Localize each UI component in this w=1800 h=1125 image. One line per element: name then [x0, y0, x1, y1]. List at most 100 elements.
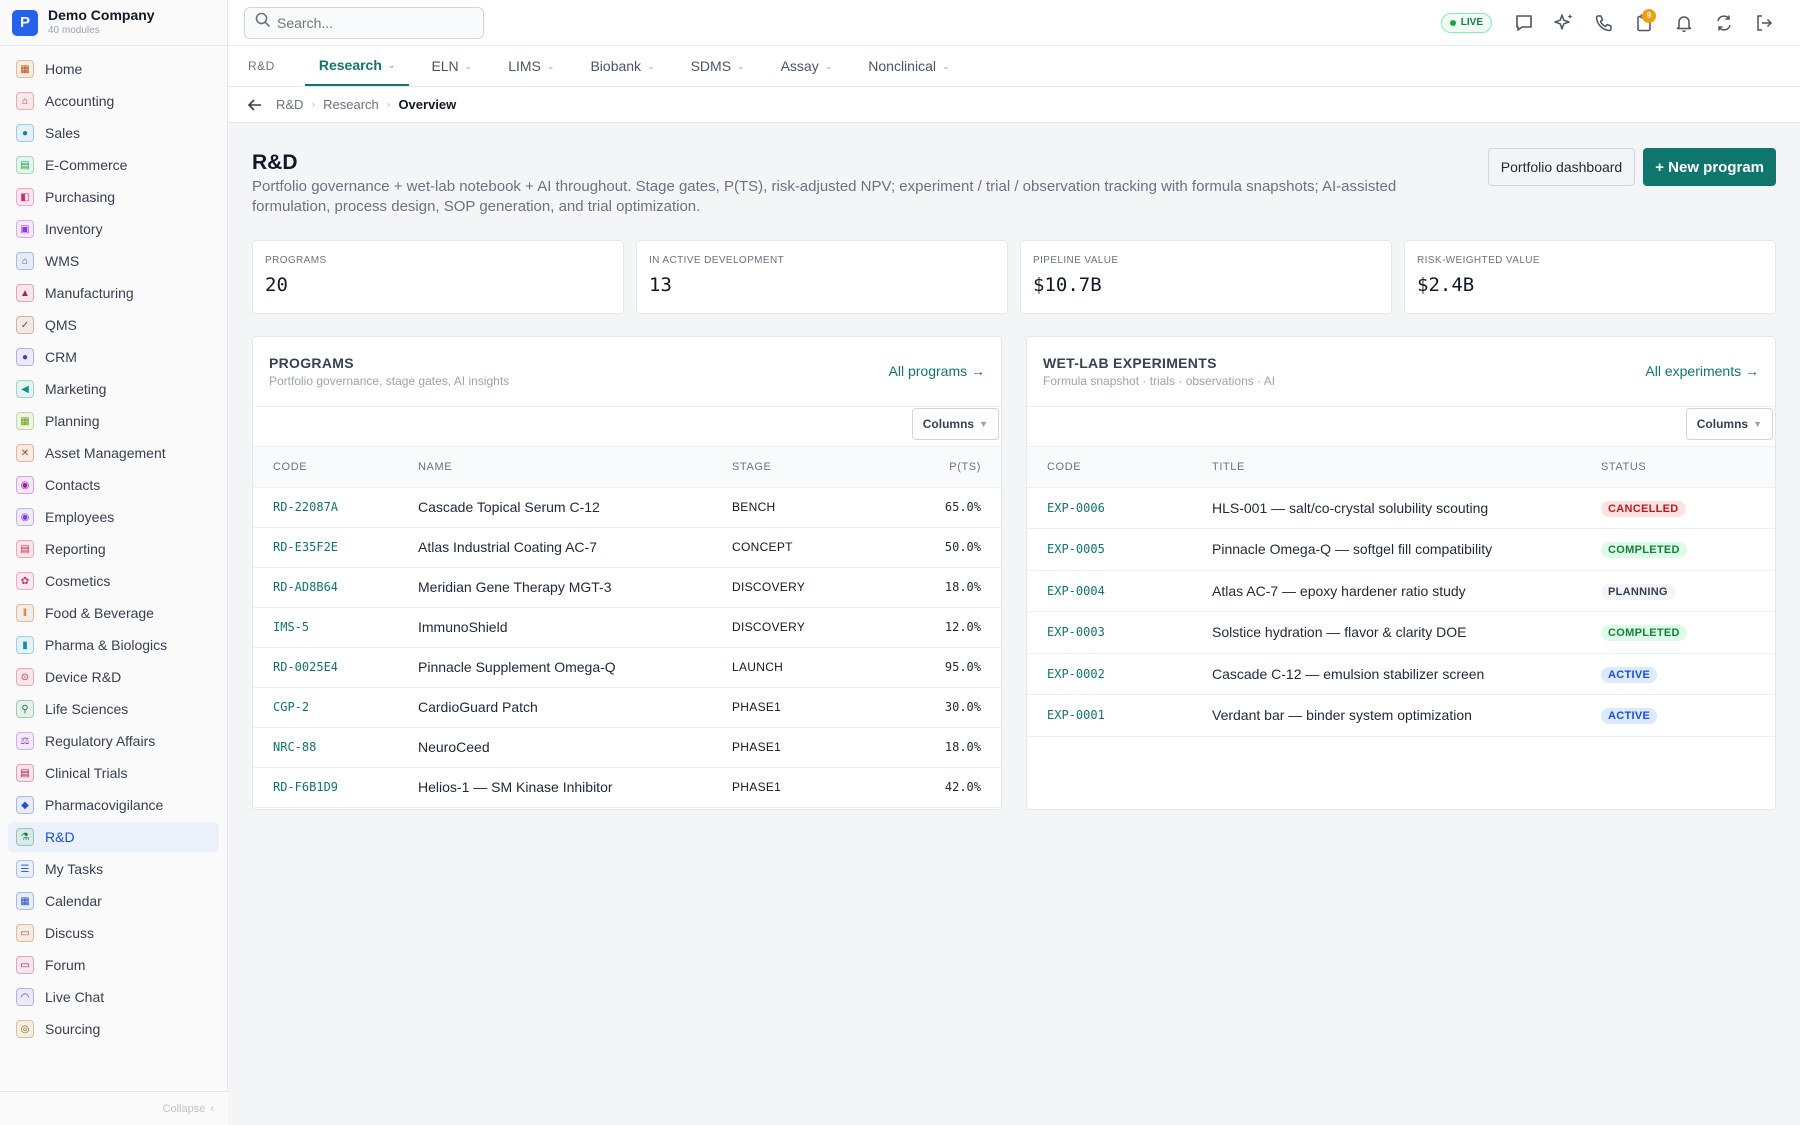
tab-nonclinical[interactable]: Nonclinical ⌄ — [854, 46, 963, 86]
tasks-clipboard-icon[interactable]: 9 — [1624, 3, 1664, 43]
contact-icon: ◉ — [16, 476, 34, 494]
col-code[interactable]: CODE — [1027, 447, 1192, 488]
table-row[interactable]: CGP-2 CardioGuard Patch PHASE1 30.0% — [253, 687, 1001, 728]
sidebar-item-marketing[interactable]: ◀ Marketing — [8, 374, 219, 404]
search-box[interactable] — [244, 6, 484, 39]
program-code[interactable]: RD-E35F2E — [253, 527, 398, 568]
sidebar-item-planning[interactable]: ▦ Planning — [8, 406, 219, 436]
sidebar-item-cosmetics[interactable]: ✿ Cosmetics — [8, 566, 219, 596]
sidebar-item-sales[interactable]: ● Sales — [8, 118, 219, 148]
col-pts[interactable]: P(TS) — [884, 447, 1001, 488]
sidebar-item-food-beverage[interactable]: ‖ Food & Beverage — [8, 598, 219, 628]
sidebar-item-sourcing[interactable]: ◎ Sourcing — [8, 1014, 219, 1044]
brand-header[interactable]: P Demo Company 40 modules — [0, 0, 227, 46]
breadcrumb-research[interactable]: Research — [323, 97, 379, 112]
back-arrow-icon[interactable] — [246, 96, 264, 114]
table-row[interactable]: RD-22087A Cascade Topical Serum C-12 BENCH… — [253, 487, 1001, 528]
ai-sparkle-icon[interactable] — [1544, 3, 1584, 43]
experiment-code[interactable]: EXP-0001 — [1027, 694, 1192, 737]
experiment-code[interactable]: EXP-0002 — [1027, 653, 1192, 695]
sidebar-item-wms[interactable]: ⌂ WMS — [8, 246, 219, 276]
sidebar-item-e-commerce[interactable]: ▤ E-Commerce — [8, 150, 219, 180]
tab-biobank[interactable]: Biobank ⌄ — [576, 46, 668, 86]
sidebar-item-inventory[interactable]: ▣ Inventory — [8, 214, 219, 244]
experiment-code[interactable]: EXP-0005 — [1027, 528, 1192, 571]
messages-icon[interactable] — [1504, 3, 1544, 43]
sidebar-item-r-d[interactable]: ⚗ R&D — [8, 822, 219, 852]
sidebar-item-reporting[interactable]: ▤ Reporting — [8, 534, 219, 564]
search-icon — [255, 12, 271, 33]
tab-eln[interactable]: ELN ⌄ — [417, 46, 486, 86]
col-stage[interactable]: STAGE — [712, 447, 885, 488]
table-row[interactable]: NRC-88 NeuroCeed PHASE1 18.0% — [253, 727, 1001, 768]
sidebar-item-regulatory-affairs[interactable]: ⚖ Regulatory Affairs — [8, 726, 219, 756]
sidebar-item-pharma-biologics[interactable]: ▮ Pharma & Biologics — [8, 630, 219, 660]
sidebar-item-employees[interactable]: ◉ Employees — [8, 502, 219, 532]
table-row[interactable]: IMS-5 ImmunoShield DISCOVERY 12.0% — [253, 607, 1001, 648]
tab-research[interactable]: Research ⌄ — [304, 46, 410, 86]
all-programs-link[interactable]: All programs → — [889, 363, 985, 379]
col-name[interactable]: NAME — [398, 447, 712, 488]
tab-assay[interactable]: Assay ⌄ — [767, 46, 847, 86]
programs-columns-button[interactable]: Columns ▼ — [911, 408, 999, 440]
sidebar-item-crm[interactable]: ● CRM — [8, 342, 219, 372]
tab-root-label[interactable]: R&D — [248, 46, 275, 86]
experiment-status-cell: ACTIVE — [1581, 694, 1775, 737]
experiment-code[interactable]: EXP-0004 — [1027, 570, 1192, 612]
sidebar-item-contacts[interactable]: ◉ Contacts — [8, 470, 219, 500]
programs-panel: PROGRAMS Portfolio governance, stage gat… — [252, 336, 1002, 810]
col-title[interactable]: TITLE — [1192, 447, 1581, 488]
table-row[interactable]: EXP-0001 Verdant bar — binder system opti… — [1027, 694, 1775, 737]
all-experiments-link[interactable]: All experiments → — [1645, 363, 1759, 379]
program-code[interactable]: RD-22087A — [253, 487, 398, 528]
table-row[interactable]: EXP-0005 Pinnacle Omega-Q — softgel fill … — [1027, 528, 1775, 571]
sidebar-item-purchasing[interactable]: ◧ Purchasing — [8, 182, 219, 212]
kpi-risk-weighted-value: RISK-WEIGHTED VALUE $2.4B — [1404, 240, 1776, 314]
sidebar-item-home[interactable]: ▦ Home — [8, 54, 219, 84]
table-row[interactable]: RD-AD8B64 Meridian Gene Therapy MGT-3 DISC… — [253, 567, 1001, 608]
sidebar-item-discuss[interactable]: ▭ Discuss — [8, 918, 219, 948]
search-input[interactable] — [277, 14, 467, 31]
program-code[interactable]: RD-0025E4 — [253, 647, 398, 688]
sidebar-item-accounting[interactable]: ⌂ Accounting — [8, 86, 219, 116]
program-code[interactable]: NRC-88 — [253, 727, 398, 768]
sidebar-item-life-sciences[interactable]: ⚲ Life Sciences — [8, 694, 219, 724]
switch-refresh-icon[interactable] — [1704, 3, 1744, 43]
phone-icon[interactable] — [1584, 3, 1624, 43]
program-code[interactable]: RD-AD8B64 — [253, 567, 398, 608]
sidebar-item-forum[interactable]: ▭ Forum — [8, 950, 219, 980]
table-row[interactable]: RD-E35F2E Atlas Industrial Coating AC-7 CO… — [253, 527, 1001, 568]
sidebar-item-asset-management[interactable]: ✕ Asset Management — [8, 438, 219, 468]
program-code[interactable]: RD-F6B1D9 — [253, 767, 398, 808]
collapse-button[interactable]: Collapse ‹ — [0, 1091, 228, 1125]
sidebar-item-calendar[interactable]: ▦ Calendar — [8, 886, 219, 916]
sidebar-item-pharmacovigilance[interactable]: ◆ Pharmacovigilance — [8, 790, 219, 820]
table-row[interactable]: EXP-0004 Atlas AC-7 — epoxy hardener rati… — [1027, 570, 1775, 612]
sidebar-item-live-chat[interactable]: ◠ Live Chat — [8, 982, 219, 1012]
sidebar-item-label: E-Commerce — [45, 157, 128, 173]
col-status[interactable]: STATUS — [1581, 447, 1775, 488]
sidebar-item-clinical-trials[interactable]: ▤ Clinical Trials — [8, 758, 219, 788]
experiments-columns-button[interactable]: Columns ▼ — [1685, 408, 1773, 440]
logout-icon[interactable] — [1744, 3, 1784, 43]
sidebar-item-qms[interactable]: ✓ QMS — [8, 310, 219, 340]
experiment-code[interactable]: EXP-0003 — [1027, 611, 1192, 654]
tab-sdms[interactable]: SDMS ⌄ — [677, 46, 759, 86]
tab-lims[interactable]: LIMS ⌄ — [494, 46, 568, 86]
breadcrumb-rd[interactable]: R&D — [276, 97, 303, 112]
table-row[interactable]: EXP-0002 Cascade C-12 — emulsion stabiliz… — [1027, 653, 1775, 695]
sidebar-item-device-r-d[interactable]: ⊙ Device R&D — [8, 662, 219, 692]
col-code[interactable]: CODE — [253, 447, 398, 488]
new-program-button[interactable]: + New program — [1643, 148, 1776, 186]
portfolio-dashboard-button[interactable]: Portfolio dashboard — [1487, 148, 1636, 186]
program-code[interactable]: CGP-2 — [253, 687, 398, 728]
table-row[interactable]: RD-F6B1D9 Helios-1 — SM Kinase Inhibitor P… — [253, 767, 1001, 808]
table-row[interactable]: EXP-0003 Solstice hydration — flavor & cl… — [1027, 611, 1775, 654]
table-row[interactable]: RD-0025E4 Pinnacle Supplement Omega-Q LAUN… — [253, 647, 1001, 688]
bell-icon[interactable] — [1664, 3, 1704, 43]
experiment-code[interactable]: EXP-0006 — [1027, 487, 1192, 529]
program-code[interactable]: IMS-5 — [253, 607, 398, 648]
table-row[interactable]: EXP-0006 HLS-001 — salt/co-crystal solubi… — [1027, 487, 1775, 529]
sidebar-item-manufacturing[interactable]: ▲ Manufacturing — [8, 278, 219, 308]
sidebar-item-my-tasks[interactable]: ☰ My Tasks — [8, 854, 219, 884]
